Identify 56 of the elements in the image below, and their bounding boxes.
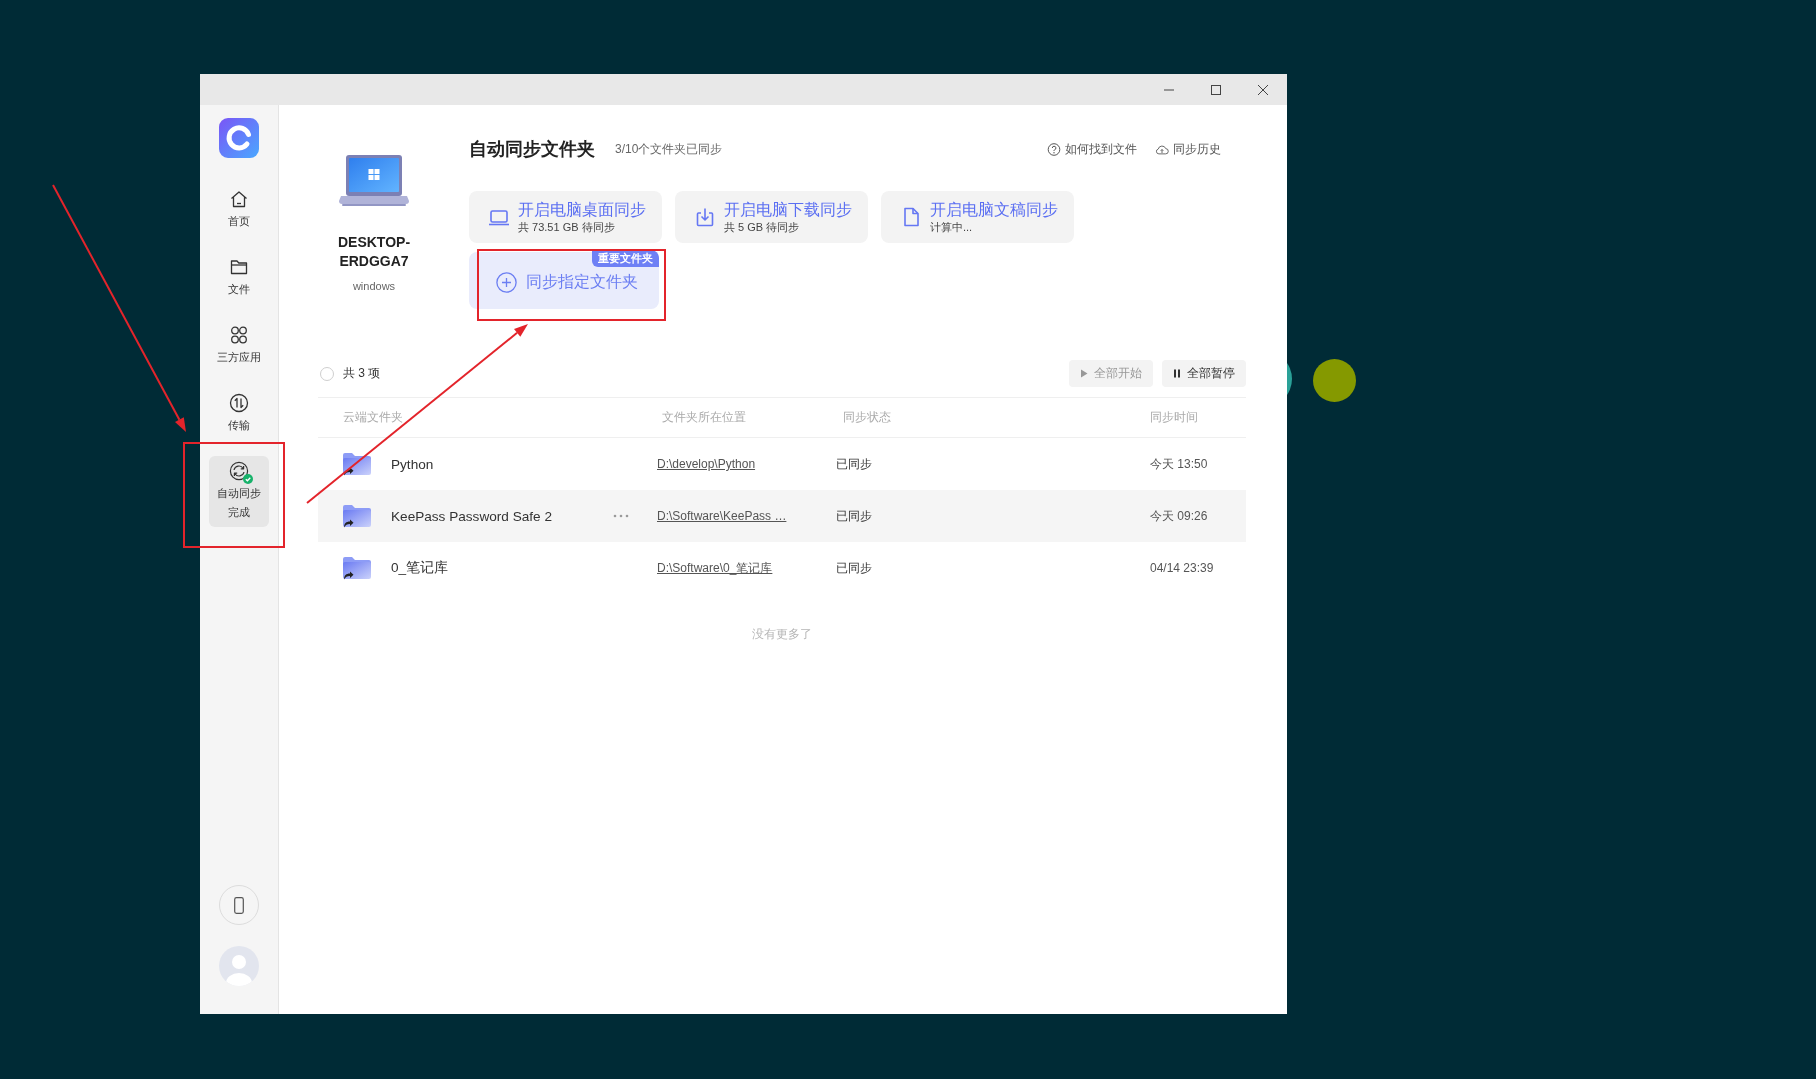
nav-item[interactable]: 三方应用: [209, 320, 269, 372]
home-icon: [229, 189, 249, 209]
cloud-icon: [1155, 142, 1169, 156]
folder-path-link[interactable]: D:\Software\KeePass …: [657, 509, 787, 523]
table-row[interactable]: 0_笔记库 D:\Software\0_笔记库 已同步 04/14 23:39: [318, 542, 1246, 594]
item-count: 共 3 项: [343, 365, 381, 382]
sync-status: 已同步: [836, 455, 872, 473]
column-header: 同步时间: [1150, 410, 1198, 424]
download-icon: [694, 206, 716, 228]
column-header: 云端文件夹: [343, 410, 403, 424]
nav-item[interactable]: 首页: [209, 184, 269, 236]
page-title: 自动同步文件夹: [469, 138, 595, 161]
folder-icon: [342, 504, 372, 528]
folder-path-link[interactable]: D:\develop\Python: [657, 457, 756, 471]
device-os: windows: [352, 279, 396, 293]
column-header: 同步状态: [843, 410, 891, 424]
help-link[interactable]: 如何找到文件: [1047, 140, 1137, 158]
pause-icon: [1173, 369, 1181, 378]
column-header: 文件夹所在位置: [662, 410, 746, 424]
sync-option-card[interactable]: 开启电脑下载同步 共 5 GB 待同步: [675, 191, 868, 243]
maximize-icon: [1211, 84, 1221, 95]
sync-time: 今天 13:50: [1150, 455, 1208, 473]
grid-icon: [229, 325, 249, 345]
folder-icon: [342, 452, 372, 476]
folder-path-link[interactable]: D:\Software\0_笔记库: [657, 559, 773, 577]
folder-name: Python: [391, 456, 434, 472]
nav-item[interactable]: 文件: [209, 252, 269, 304]
sync-option-card[interactable]: 开启电脑文稿同步 计算中...: [881, 191, 1074, 243]
sync-icon: [229, 461, 249, 481]
logo-icon[interactable]: [219, 118, 259, 158]
table-row[interactable]: KeePass Password Safe 2 D:\Software\KeePass … 已同步 今天 09:26: [318, 490, 1246, 542]
close-icon: [1258, 84, 1268, 95]
pause-all-button[interactable]: 全部暂停: [1162, 360, 1246, 387]
folder-name: 0_笔记库: [391, 559, 449, 577]
sync-option-card[interactable]: 开启电脑桌面同步 共 73.51 GB 待同步: [469, 191, 662, 243]
plus-circle-icon: [496, 272, 517, 293]
folder-icon: [342, 556, 372, 580]
sync-status: 已同步: [836, 559, 872, 577]
nav-item[interactable]: 传输: [209, 388, 269, 440]
play-icon: [1080, 369, 1088, 378]
history-link[interactable]: 同步历史: [1155, 140, 1221, 158]
folder-icon: [229, 257, 249, 277]
table-row[interactable]: Python D:\develop\Python 已同步 今天 13:50: [318, 438, 1246, 490]
end-of-list-note: 没有更多了: [752, 627, 812, 641]
phone-icon: [234, 896, 244, 914]
device-name: DESKTOP-ERDGGA7: [336, 233, 412, 271]
up-down-arrows-icon: [229, 393, 249, 413]
laptop-icon: [339, 154, 409, 208]
more-icon[interactable]: [613, 514, 629, 518]
folder-name: KeePass Password Safe 2: [391, 508, 552, 524]
help-icon: [1047, 142, 1061, 156]
nav-item[interactable]: 自动同步完成: [209, 456, 269, 527]
sync-summary: 3/10个文件夹已同步: [615, 140, 723, 158]
sync-time: 今天 09:26: [1150, 507, 1208, 525]
sync-status: 已同步: [836, 507, 872, 525]
sync-time: 04/14 23:39: [1150, 561, 1214, 575]
